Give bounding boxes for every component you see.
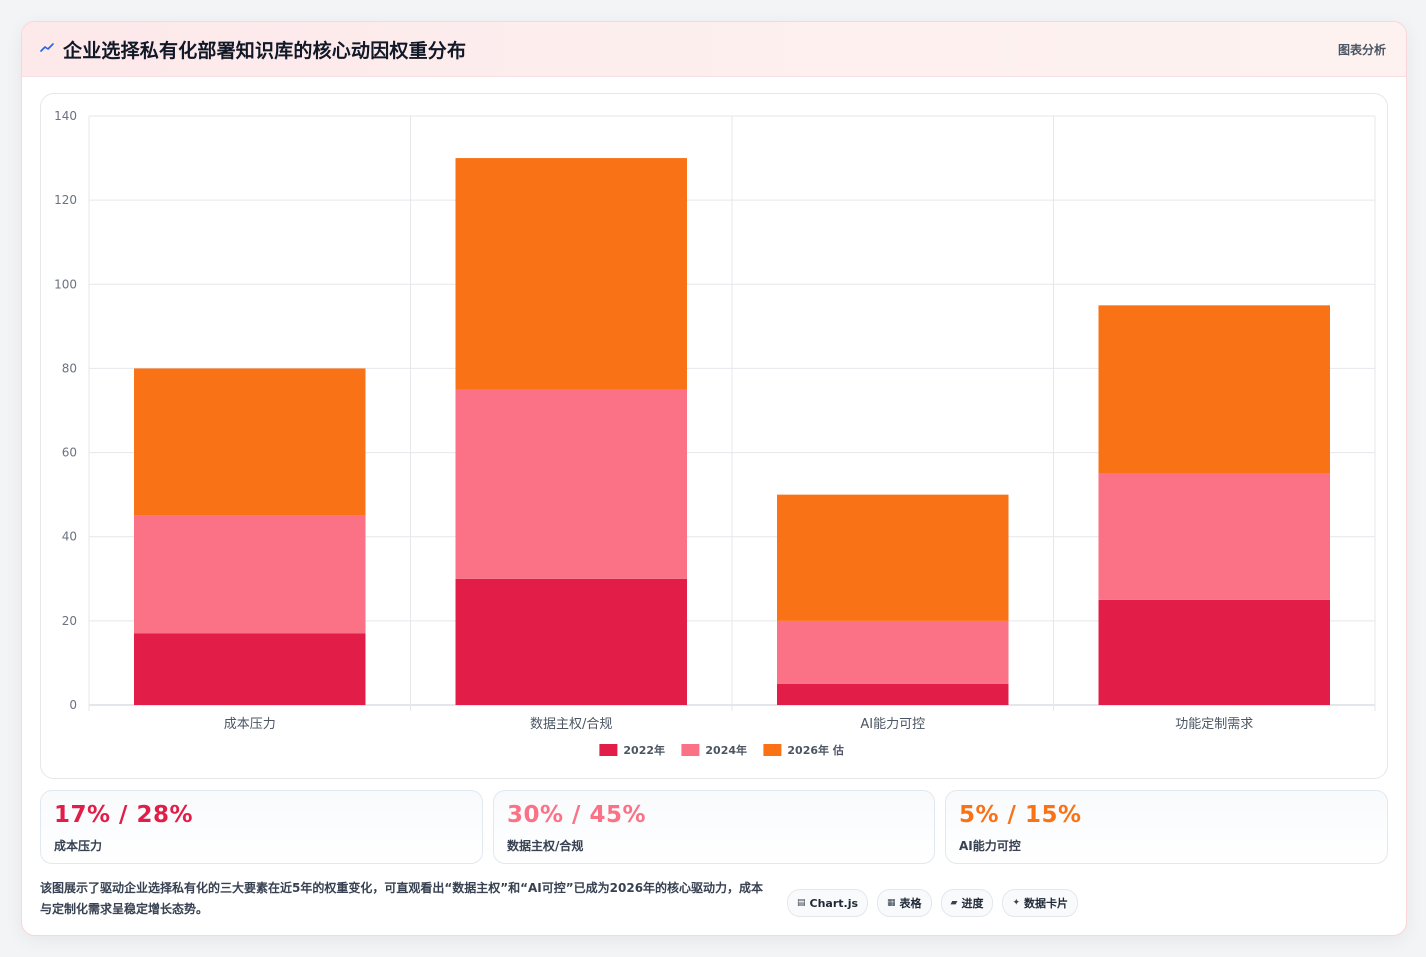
chart-card: 企业选择私有化部署知识库的核心动因权重分布 图表分析 0 20 40 60 80 100 1…	[21, 21, 1407, 936]
bar-segment	[455, 578, 687, 705]
bar-segment	[455, 389, 687, 579]
bar-segment	[134, 515, 366, 634]
y-tick-label: 0	[69, 698, 77, 712]
legend-label: 2026年 估	[787, 743, 843, 757]
bar-segment	[777, 683, 1009, 705]
legend-label: 2024年	[705, 743, 747, 757]
stat-label: 成本压力	[54, 839, 103, 853]
card-header: 企业选择私有化部署知识库的核心动因权重分布 图表分析	[22, 22, 1406, 77]
chart-container: 0 20 40 60 80 100 120 140 成本压力 数据主权/合规 AI能力可控 功能定制需…	[40, 93, 1388, 779]
y-tick-label: 80	[62, 361, 77, 375]
bar-segment	[777, 494, 1009, 621]
tag-label: Chart.js	[809, 896, 859, 910]
line-chart-icon	[40, 43, 54, 52]
legend-swatch	[599, 744, 618, 756]
y-tick-label: 40	[62, 530, 77, 544]
stat-value: 30% / 45%	[507, 802, 647, 828]
y-tick-label: 20	[62, 614, 77, 628]
bar-segment	[134, 633, 366, 705]
tag-list: ▤ Chart.js ▦ 表格 ▰ 进度 ✦ 数据卡片	[787, 889, 1079, 917]
tag-label: 数据卡片	[1024, 897, 1069, 910]
x-tick-label: 成本压力	[224, 717, 276, 732]
tag-progress[interactable]: ▰ 进度	[940, 889, 994, 917]
stat-card-cost: 17% / 28% 成本压力	[40, 790, 483, 864]
y-tick-label: 140	[54, 109, 77, 123]
x-tick-label: 功能定制需求	[1175, 717, 1253, 732]
legend-label: 2022年	[623, 743, 665, 757]
table-icon: ▦	[887, 898, 896, 908]
x-tick-label: 数据主权/合规	[530, 716, 612, 732]
chart-analysis-link[interactable]: 图表分析	[1338, 41, 1386, 58]
y-tick-label: 120	[54, 193, 77, 207]
page-title: 企业选择私有化部署知识库的核心动因权重分布	[63, 40, 467, 62]
bar-segment	[455, 158, 687, 390]
stat-value: 5% / 15%	[959, 802, 1082, 828]
stat-label: AI能力可控	[959, 839, 1021, 853]
bar-segment	[1098, 599, 1330, 705]
bar-segment	[1098, 305, 1330, 474]
chart-description: 该图展示了驱动企业选择私有化的三大要素在近5年的权重变化，可直观看出“数据主权”…	[40, 881, 764, 916]
y-tick-label: 100	[54, 277, 77, 291]
tag-chartjs[interactable]: ▤ Chart.js	[787, 889, 869, 917]
tag-table[interactable]: ▦ 表格	[877, 889, 932, 917]
x-tick-label: AI能力可控	[860, 717, 925, 732]
tag-data-card[interactable]: ✦ 数据卡片	[1002, 889, 1079, 917]
stat-card-ai-control: 5% / 15% AI能力可控	[945, 790, 1388, 864]
bar-segment	[777, 620, 1009, 684]
progress-icon: ▰	[950, 898, 958, 908]
y-tick-label: 60	[62, 446, 77, 460]
stat-value: 17% / 28%	[54, 802, 194, 828]
stacked-bar-chart: 0 20 40 60 80 100 120 140 成本压力 数据主权/合规 AI能力可控 功能定制需…	[54, 109, 1376, 757]
legend-swatch	[763, 744, 782, 756]
tag-label: 表格	[899, 897, 922, 910]
chart-icon: ▤	[797, 898, 806, 908]
card-icon: ✦	[1012, 898, 1021, 908]
stat-card-data-sovereignty: 30% / 45% 数据主权/合规	[493, 790, 935, 864]
legend-swatch	[681, 744, 700, 756]
tag-label: 进度	[961, 897, 984, 910]
bar-segment	[1098, 473, 1330, 600]
stat-label: 数据主权/合规	[507, 839, 584, 853]
bar-segment	[134, 368, 366, 516]
